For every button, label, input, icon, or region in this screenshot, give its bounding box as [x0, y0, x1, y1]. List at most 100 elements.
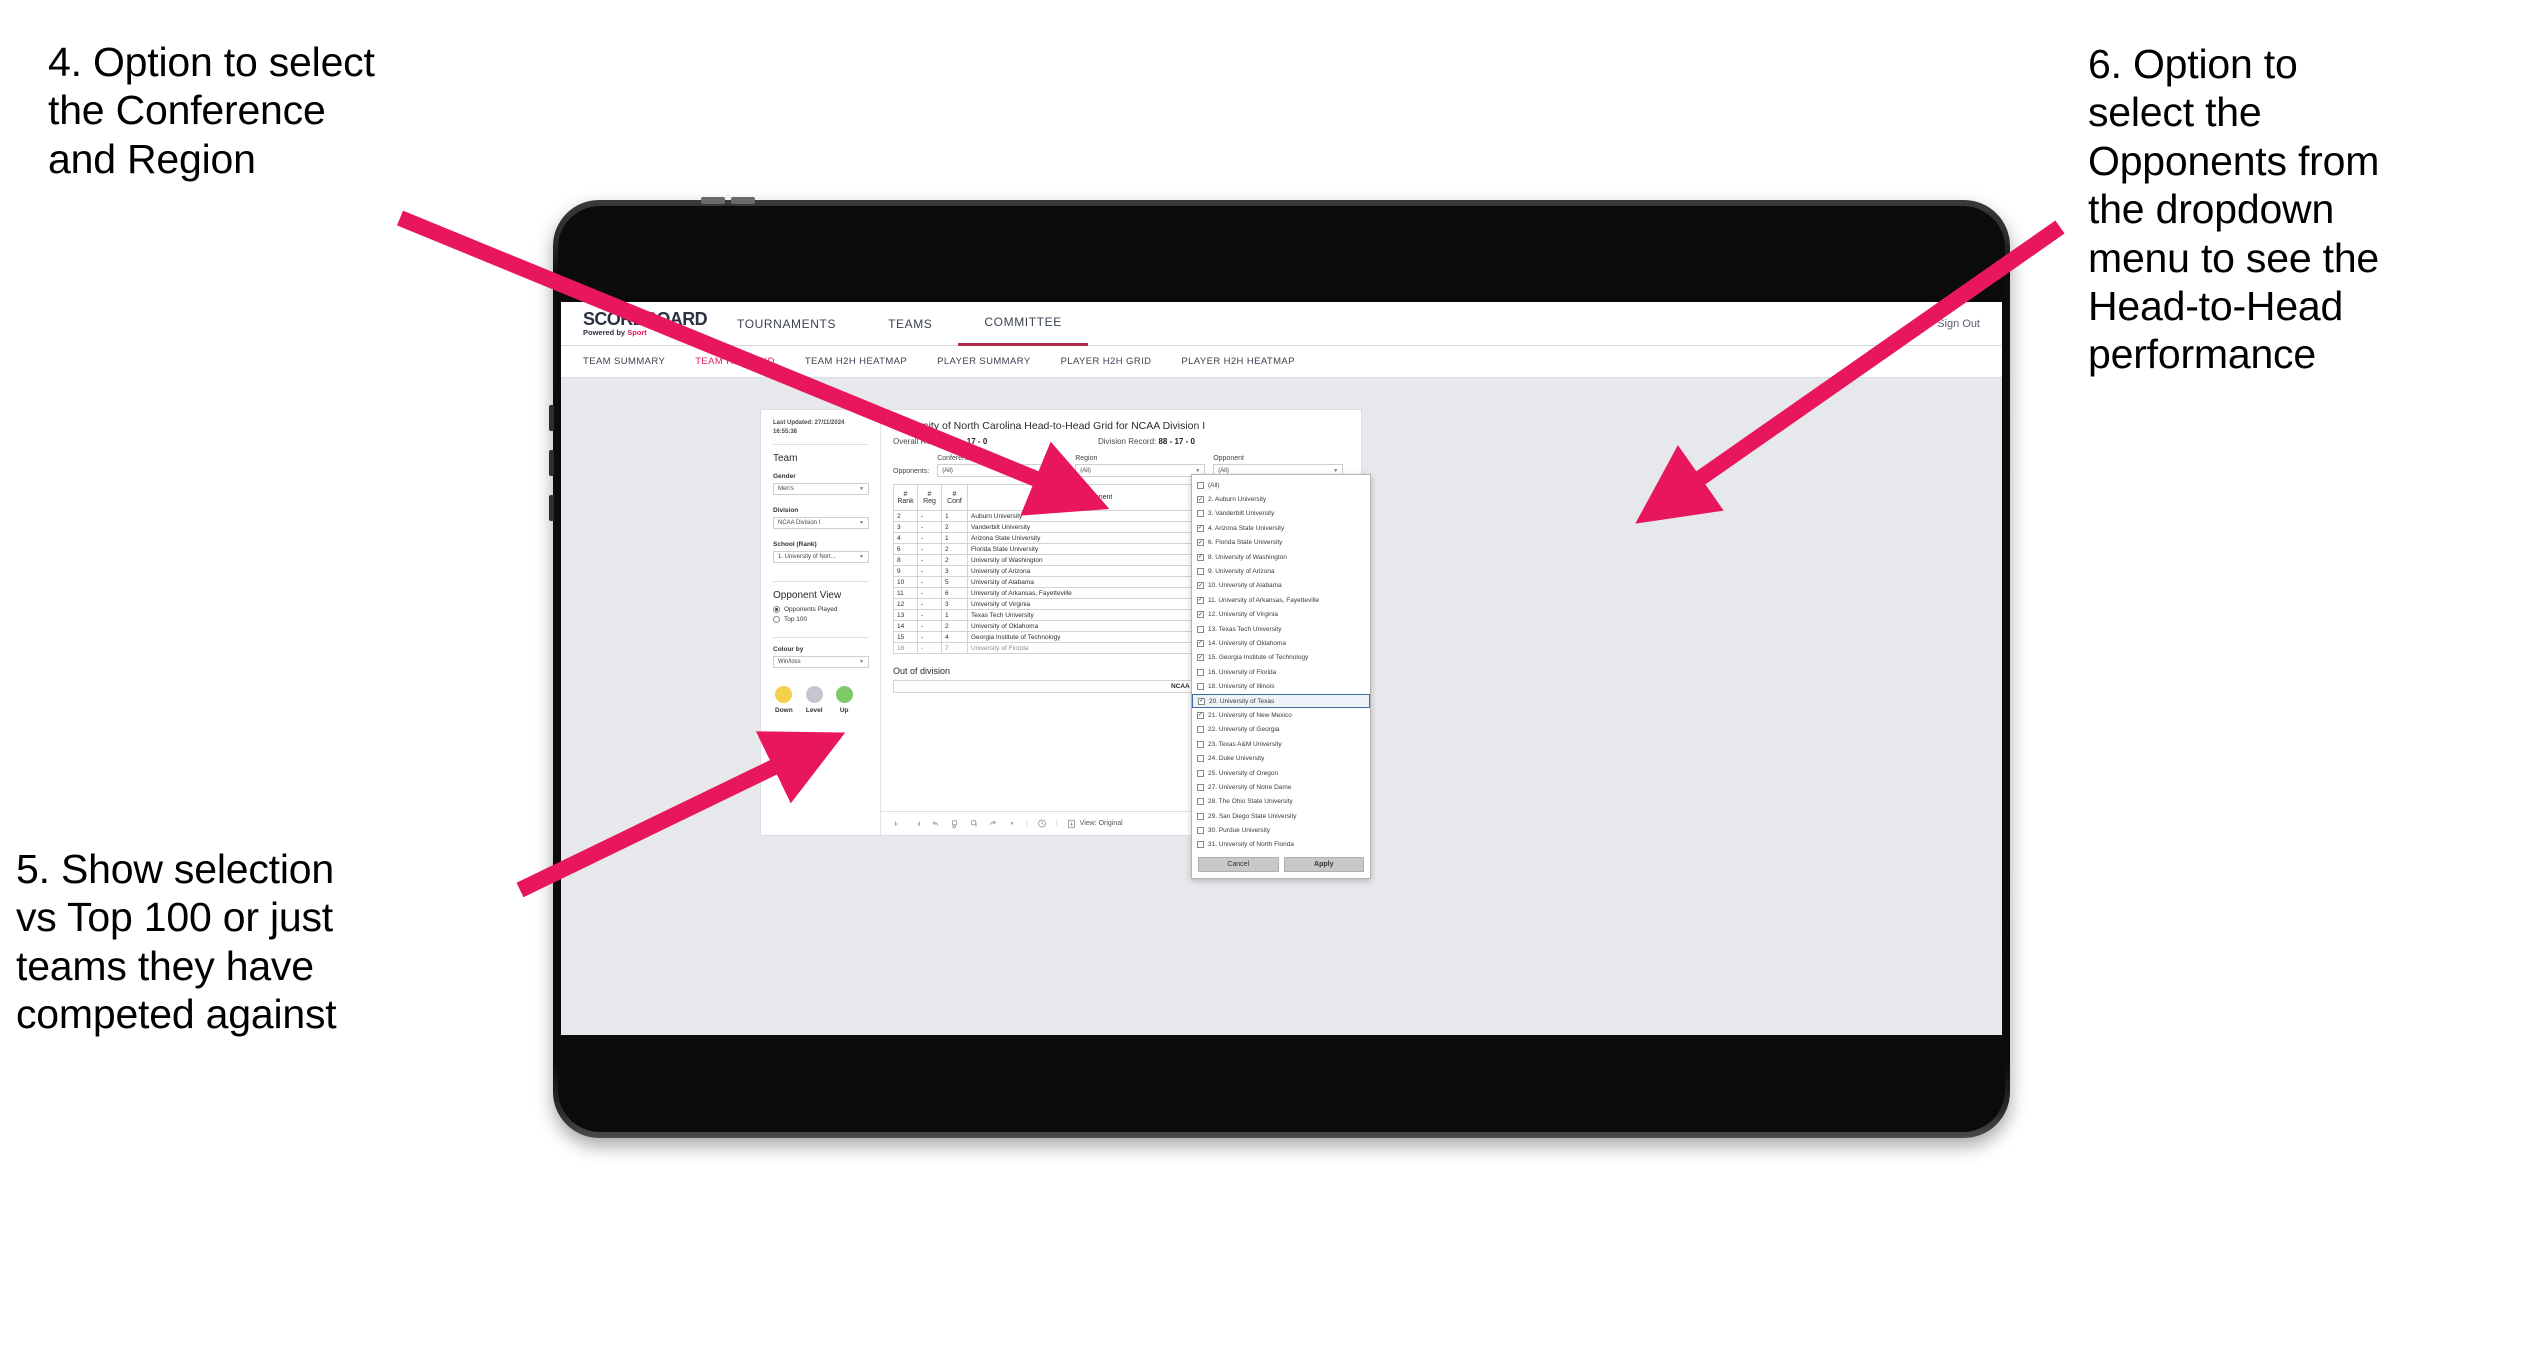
checkbox-unchecked-icon[interactable]	[1197, 827, 1204, 835]
dropdown-item[interactable]: ✓ 14. University of Oklahoma	[1192, 636, 1370, 650]
share-icon[interactable]	[988, 819, 998, 829]
checkbox-checked-icon[interactable]: ✓	[1197, 639, 1204, 647]
tablet-device-frame: SCOREBOARD Powered by Sport TOURNAMENTS …	[549, 197, 2010, 1138]
region-select[interactable]: (All) ▼	[1075, 464, 1206, 477]
radio-opponents-played[interactable]: Opponents Played	[773, 606, 869, 613]
legend-up-swatch	[835, 686, 853, 703]
app-logo[interactable]: SCOREBOARD Powered by Sport	[561, 310, 711, 338]
undo-icon[interactable]	[893, 819, 903, 829]
cell-conf: 3	[941, 598, 968, 610]
dropdown-item[interactable]: ✓ 20. University of Texas	[1192, 693, 1370, 709]
subnav-player-h2h-grid[interactable]: PLAYER H2H GRID	[1061, 356, 1152, 367]
redo-icon[interactable]	[912, 819, 922, 829]
checkbox-unchecked-icon[interactable]	[1197, 568, 1204, 576]
refresh-icon[interactable]	[950, 819, 960, 829]
gender-select[interactable]: Men's ▼	[773, 483, 869, 495]
cell-conf: 5	[941, 576, 968, 588]
divider-3	[773, 637, 869, 638]
checkbox-unchecked-icon[interactable]	[1197, 740, 1204, 748]
checkbox-unchecked-icon[interactable]	[1197, 683, 1204, 691]
checkbox-checked-icon[interactable]: ✓	[1198, 697, 1205, 705]
dropdown-item-label: (All)	[1208, 481, 1220, 489]
dropdown-item[interactable]: 16. University of Florida	[1192, 665, 1370, 679]
dropdown-item[interactable]: ✓ 2. Auburn University	[1192, 492, 1370, 506]
chevron-down-icon[interactable]: ▼	[1007, 819, 1017, 829]
subnav-team-h2h-grid[interactable]: TEAM H2H GRID	[695, 356, 775, 367]
opponent-value: (All)	[1218, 467, 1229, 474]
dropdown-item[interactable]: 18. University of Illinois	[1192, 679, 1370, 693]
dropdown-item[interactable]: 24. Duke University	[1192, 751, 1370, 765]
checkbox-checked-icon[interactable]: ✓	[1197, 539, 1204, 547]
nav-tournaments[interactable]: TOURNAMENTS	[711, 302, 862, 346]
nav-teams[interactable]: TEAMS	[862, 302, 958, 346]
checkbox-unchecked-icon[interactable]	[1197, 769, 1204, 777]
checkbox-checked-icon[interactable]: ✓	[1197, 553, 1204, 561]
dropdown-item[interactable]: ✓ 11. University of Arkansas, Fayettevill…	[1192, 593, 1370, 607]
checkbox-unchecked-icon[interactable]	[1197, 668, 1204, 676]
dropdown-item-label: 23. Texas A&M University	[1208, 740, 1282, 748]
dropdown-item[interactable]: ✓ 10. University of Alabama	[1192, 579, 1370, 593]
checkbox-unchecked-icon[interactable]	[1197, 783, 1204, 791]
checkbox-checked-icon[interactable]: ✓	[1197, 611, 1204, 619]
checkbox-checked-icon[interactable]: ✓	[1197, 596, 1204, 604]
dropdown-item[interactable]: (All)	[1192, 478, 1370, 492]
dropdown-item[interactable]: 22. University of Georgia	[1192, 723, 1370, 737]
checkbox-unchecked-icon[interactable]	[1197, 798, 1204, 806]
opponent-dropdown-list[interactable]: (All) ✓ 2. Auburn University 3. Vanderbilt …	[1192, 478, 1370, 852]
cell-rank: 2	[893, 510, 918, 522]
dropdown-item[interactable]: 27. University of Notre Dame	[1192, 780, 1370, 794]
dropdown-item[interactable]: ✓ 8. University of Washington	[1192, 550, 1370, 564]
dropdown-item-label: 28. The Ohio State University	[1208, 798, 1293, 806]
checkbox-unchecked-icon[interactable]	[1197, 481, 1204, 489]
region-value: (All)	[1080, 467, 1091, 474]
checkbox-unchecked-icon[interactable]	[1197, 755, 1204, 763]
radio-top-100[interactable]: Top 100	[773, 616, 869, 623]
dropdown-item[interactable]: ✓ 15. Georgia Institute of Technology	[1192, 651, 1370, 665]
checkbox-unchecked-icon[interactable]	[1197, 510, 1204, 518]
gender-value: Men's	[778, 486, 794, 492]
dropdown-item[interactable]: ✓ 6. Florida State University	[1192, 536, 1370, 550]
colour-by-select[interactable]: Win/loss ▼	[773, 656, 869, 668]
page-title: University of North Carolina Head-to-Hea…	[893, 420, 1206, 432]
dropdown-item[interactable]: 29. San Diego State University	[1192, 809, 1370, 823]
dropdown-item[interactable]: 13. Texas Tech University	[1192, 622, 1370, 636]
checkbox-unchecked-icon[interactable]	[1197, 812, 1204, 820]
school-select[interactable]: 1. University of Nort... ▼	[773, 551, 869, 563]
dropdown-item[interactable]: 30. Purdue University	[1192, 823, 1370, 837]
dropdown-item[interactable]: ✓ 4. Arizona State University	[1192, 521, 1370, 535]
subnav-player-h2h-heatmap[interactable]: PLAYER H2H HEATMAP	[1181, 356, 1295, 367]
division-select[interactable]: NCAA Division I ▼	[773, 517, 869, 529]
opponent-dropdown-menu[interactable]: (All) ✓ 2. Auburn University 3. Vanderbilt …	[1191, 474, 1371, 880]
last-updated-text: Last Updated: 27/11/2024 16:55:38	[773, 420, 845, 435]
view-original-button[interactable]: View: Original	[1067, 819, 1123, 829]
conference-select[interactable]: (All) ▼	[937, 464, 1068, 477]
checkbox-checked-icon[interactable]: ✓	[1197, 654, 1204, 662]
checkbox-checked-icon[interactable]: ✓	[1197, 524, 1204, 532]
history-icon[interactable]	[1037, 819, 1047, 829]
dropdown-item[interactable]: 25. University of Oregon	[1192, 766, 1370, 780]
checkbox-checked-icon[interactable]: ✓	[1197, 711, 1204, 719]
dropdown-item-label: 16. University of Florida	[1208, 668, 1277, 676]
dropdown-item[interactable]: 31. University of North Florida	[1192, 838, 1370, 852]
checkbox-unchecked-icon[interactable]	[1197, 841, 1204, 849]
pause-updates-icon[interactable]	[969, 819, 979, 829]
dropdown-item[interactable]: ✓ 12. University of Virginia	[1192, 608, 1370, 622]
checkbox-unchecked-icon[interactable]	[1197, 726, 1204, 734]
subnav-player-summary[interactable]: PLAYER SUMMARY	[937, 356, 1030, 367]
dropdown-item[interactable]: 23. Texas A&M University	[1192, 737, 1370, 751]
dropdown-item[interactable]: ✓ 21. University of New Mexico	[1192, 708, 1370, 722]
dropdown-item[interactable]: 9. University of Arizona	[1192, 564, 1370, 578]
dropdown-item[interactable]: 28. The Ohio State University	[1192, 795, 1370, 809]
dropdown-item[interactable]: 3. Vanderbilt University	[1192, 507, 1370, 521]
subnav-team-h2h-heatmap[interactable]: TEAM H2H HEATMAP	[805, 356, 907, 367]
subnav-team-summary[interactable]: TEAM SUMMARY	[583, 356, 665, 367]
checkbox-checked-icon[interactable]: ✓	[1197, 496, 1204, 504]
chevron-down-icon: ▼	[859, 554, 864, 560]
checkbox-checked-icon[interactable]: ✓	[1197, 582, 1204, 590]
nav-committee[interactable]: COMMITTEE	[958, 302, 1088, 346]
sign-out-link[interactable]: Sign Out	[1937, 318, 1980, 330]
apply-button[interactable]: Apply	[1283, 857, 1364, 873]
cancel-button[interactable]: Cancel	[1198, 857, 1279, 873]
revert-icon[interactable]	[931, 819, 941, 829]
checkbox-unchecked-icon[interactable]	[1197, 625, 1204, 633]
